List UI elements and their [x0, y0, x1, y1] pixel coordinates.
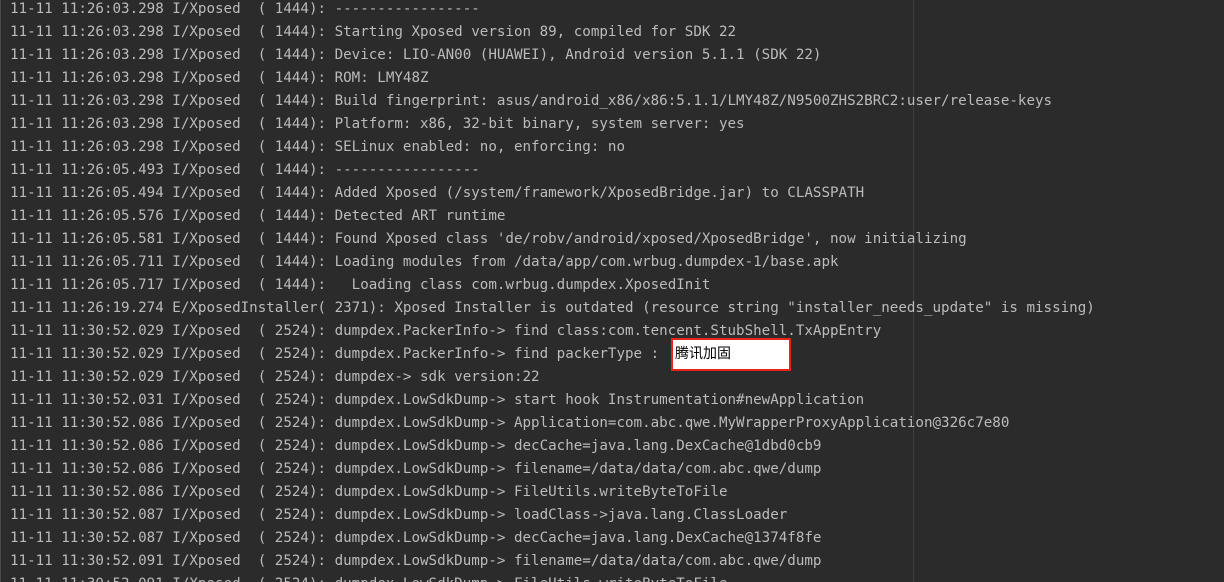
log-line[interactable]: 11-11 11:26:05.717 I/Xposed ( 1444): Loa… [10, 274, 1095, 297]
log-lines: 11-11 11:26:03.298 I/Xposed ( 1444): ---… [10, 0, 1095, 582]
log-line[interactable]: 11-11 11:26:03.298 I/Xposed ( 1444): Bui… [10, 90, 1095, 113]
log-line[interactable]: 11-11 11:26:03.298 I/Xposed ( 1444): Sta… [10, 21, 1095, 44]
log-line[interactable]: 11-11 11:26:03.298 I/Xposed ( 1444): ---… [10, 0, 1095, 21]
highlight-annotation-box: 腾讯加固 [671, 338, 791, 371]
log-line[interactable]: 11-11 11:30:52.029 I/Xposed ( 2524): dum… [10, 366, 1095, 389]
log-line[interactable]: 11-11 11:26:03.298 I/Xposed ( 1444): SEL… [10, 136, 1095, 159]
log-line[interactable]: 11-11 11:30:52.086 I/Xposed ( 2524): dum… [10, 458, 1095, 481]
log-line[interactable]: 11-11 11:26:05.576 I/Xposed ( 1444): Det… [10, 205, 1095, 228]
log-line[interactable]: 11-11 11:30:52.031 I/Xposed ( 2524): dum… [10, 389, 1095, 412]
log-line[interactable]: 11-11 11:26:05.494 I/Xposed ( 1444): Add… [10, 182, 1095, 205]
log-line[interactable]: 11-11 11:30:52.087 I/Xposed ( 2524): dum… [10, 527, 1095, 550]
log-line[interactable]: 11-11 11:26:05.493 I/Xposed ( 1444): ---… [10, 159, 1095, 182]
log-line[interactable]: 11-11 11:26:05.581 I/Xposed ( 1444): Fou… [10, 228, 1095, 251]
log-line-packer-type[interactable]: 11-11 11:30:52.029 I/Xposed ( 2524): dum… [10, 343, 1095, 366]
log-line[interactable]: 11-11 11:30:52.029 I/Xposed ( 2524): dum… [10, 320, 1095, 343]
log-line[interactable]: 11-11 11:30:52.087 I/Xposed ( 2524): dum… [10, 504, 1095, 527]
logcat-console[interactable]: 11-11 11:26:03.298 I/Xposed ( 1444): ---… [0, 0, 1224, 582]
log-line[interactable]: 11-11 11:30:52.086 I/Xposed ( 2524): dum… [10, 412, 1095, 435]
annotation-text: 腾讯加固 [675, 346, 731, 362]
log-line[interactable]: 11-11 11:26:03.298 I/Xposed ( 1444): Dev… [10, 44, 1095, 67]
log-line[interactable]: 11-11 11:26:05.711 I/Xposed ( 1444): Loa… [10, 251, 1095, 274]
log-line[interactable]: 11-11 11:30:52.091 I/Xposed ( 2524): dum… [10, 573, 1095, 582]
log-line[interactable]: 11-11 11:26:03.298 I/Xposed ( 1444): ROM… [10, 67, 1095, 90]
log-line[interactable]: 11-11 11:30:52.086 I/Xposed ( 2524): dum… [10, 435, 1095, 458]
log-line-error[interactable]: 11-11 11:26:19.274 E/XposedInstaller( 23… [10, 297, 1095, 320]
log-line[interactable]: 11-11 11:26:03.298 I/Xposed ( 1444): Pla… [10, 113, 1095, 136]
log-line[interactable]: 11-11 11:30:52.086 I/Xposed ( 2524): dum… [10, 481, 1095, 504]
log-line[interactable]: 11-11 11:30:52.091 I/Xposed ( 2524): dum… [10, 550, 1095, 573]
